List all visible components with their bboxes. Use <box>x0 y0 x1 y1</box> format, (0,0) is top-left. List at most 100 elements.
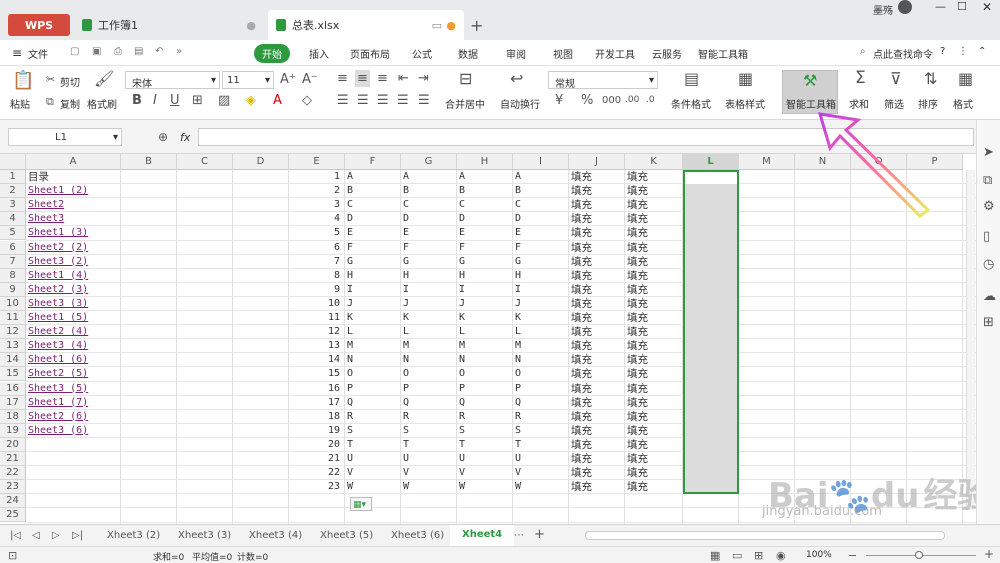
number-cell[interactable]: 5 <box>289 226 342 240</box>
fill-cell[interactable]: 填充 <box>625 184 683 198</box>
font-name-select[interactable]: 宋体 ▾ <box>125 71 220 90</box>
number-cell[interactable]: 11 <box>289 311 342 325</box>
letter-cell[interactable]: C <box>513 198 569 212</box>
letter-cell[interactable]: Q <box>513 396 569 410</box>
bold-icon[interactable]: B <box>132 94 142 107</box>
letter-cell[interactable]: R <box>345 410 401 424</box>
fill-cell[interactable]: 填充 <box>625 367 683 381</box>
column-header[interactable]: I <box>513 154 569 170</box>
table-style-button[interactable]: 表格样式 <box>725 96 765 111</box>
decrease-decimal-icon[interactable]: .0 <box>646 94 655 107</box>
maximize-icon[interactable]: ☐ <box>957 0 967 13</box>
letter-cell[interactable]: H <box>401 269 457 283</box>
sheet-tab[interactable]: Xheet3 (2) <box>107 530 160 541</box>
fill-cell[interactable]: 填充 <box>625 241 683 255</box>
letter-cell[interactable]: M <box>513 339 569 353</box>
search-icon[interactable]: ⌕ <box>860 46 866 57</box>
add-sheet-icon[interactable]: + <box>534 527 545 542</box>
column-header[interactable]: D <box>233 154 289 170</box>
column-header[interactable]: K <box>625 154 683 170</box>
more-icon[interactable]: » <box>176 46 182 57</box>
column-header[interactable]: A <box>26 154 121 170</box>
close-icon[interactable]: ✕ <box>982 0 992 14</box>
collapse-icon[interactable]: ⌃ <box>978 46 986 57</box>
menu-developer[interactable]: 开发工具 <box>595 46 635 61</box>
number-cell[interactable]: 2 <box>289 184 342 198</box>
letter-cell[interactable]: E <box>401 226 457 240</box>
letter-cell[interactable]: G <box>401 255 457 269</box>
fill-cell[interactable]: 填充 <box>569 466 625 480</box>
wrap-text-button[interactable]: 自动换行 <box>500 96 540 111</box>
row-header[interactable]: 15 <box>0 367 26 382</box>
letter-cell[interactable]: F <box>401 241 457 255</box>
fill-cell[interactable]: 填充 <box>569 396 625 410</box>
letter-cell[interactable]: A <box>513 170 569 184</box>
letter-cell[interactable]: I <box>401 283 457 297</box>
number-cell[interactable]: 20 <box>289 438 342 452</box>
letter-cell[interactable]: A <box>457 170 513 184</box>
letter-cell[interactable]: W <box>513 480 569 494</box>
number-cell[interactable]: 14 <box>289 353 342 367</box>
fill-cell[interactable]: 填充 <box>625 410 683 424</box>
sheet-link[interactable]: Sheet1 (4) <box>26 269 120 283</box>
row-header[interactable]: 11 <box>0 311 26 326</box>
letter-cell[interactable]: Q <box>401 396 457 410</box>
doc-icon[interactable]: ▯ <box>983 230 990 243</box>
sum-button[interactable]: 求和 <box>849 96 869 111</box>
italic-icon[interactable]: I <box>153 94 157 107</box>
letter-cell[interactable]: N <box>401 353 457 367</box>
zoom-out-icon[interactable]: − <box>848 549 857 562</box>
letter-cell[interactable]: U <box>401 452 457 466</box>
wps-logo-button[interactable]: WPS <box>8 14 70 36</box>
hamburger-icon[interactable]: ≡ <box>12 46 22 60</box>
letter-cell[interactable]: H <box>345 269 401 283</box>
row-header[interactable]: 10 <box>0 296 26 311</box>
menu-home[interactable]: 开始 <box>254 44 290 63</box>
sheet-link[interactable]: Sheet1 (2) <box>26 184 120 198</box>
letter-cell[interactable]: K <box>345 311 401 325</box>
tab-workbook1[interactable]: 工作簿1 ● <box>74 10 264 40</box>
number-cell[interactable]: 18 <box>289 410 342 424</box>
row-header[interactable]: 5 <box>0 226 26 241</box>
number-format-select[interactable]: 常规 ▾ <box>548 71 658 90</box>
page-view-icon[interactable]: ▭ <box>732 549 742 562</box>
paste-button[interactable]: 粘贴 <box>10 96 30 111</box>
fx-button[interactable]: fx <box>180 131 190 144</box>
letter-cell[interactable]: T <box>345 438 401 452</box>
letter-cell[interactable]: K <box>401 311 457 325</box>
fill-cell[interactable]: 填充 <box>569 198 625 212</box>
letter-cell[interactable]: N <box>457 353 513 367</box>
fill-cell[interactable]: 填充 <box>625 480 683 494</box>
number-cell[interactable]: 7 <box>289 255 342 269</box>
letter-cell[interactable]: E <box>513 226 569 240</box>
column-header[interactable]: G <box>401 154 457 170</box>
letter-cell[interactable]: W <box>401 480 457 494</box>
number-cell[interactable]: 23 <box>289 480 342 494</box>
align-right-icon[interactable]: ☰ <box>377 94 389 107</box>
apps-icon[interactable]: ⊞ <box>983 316 994 329</box>
smart-toolbox-button[interactable]: ⚒ 智能工具箱 <box>782 70 838 114</box>
row-header[interactable]: 18 <box>0 409 26 424</box>
row-header[interactable]: 21 <box>0 452 26 467</box>
fill-cell[interactable]: 填充 <box>625 339 683 353</box>
row-header[interactable]: 8 <box>0 268 26 283</box>
justify-icon[interactable]: ☰ <box>397 94 409 107</box>
horizontal-scrollbar[interactable] <box>585 531 945 540</box>
zoom-level[interactable]: 100% <box>806 550 832 560</box>
row-header[interactable]: 7 <box>0 254 26 269</box>
more-sheets-icon[interactable]: ⋯ <box>514 530 524 541</box>
increase-decimal-icon[interactable]: .00 <box>625 94 639 107</box>
letter-cell[interactable]: I <box>345 283 401 297</box>
row-header[interactable]: 1 <box>0 170 26 185</box>
fill-cell[interactable]: 填充 <box>625 297 683 311</box>
row-header[interactable]: 9 <box>0 282 26 297</box>
fill-cell[interactable]: 填充 <box>569 297 625 311</box>
border-icon[interactable]: ⊞ <box>192 94 203 107</box>
letter-cell[interactable]: B <box>345 184 401 198</box>
letter-cell[interactable]: A <box>401 170 457 184</box>
sheet-tab[interactable]: Xheet3 (3) <box>178 530 231 541</box>
undo-icon[interactable]: ↶ <box>155 46 163 57</box>
sheet-link[interactable]: Sheet1 (5) <box>26 311 120 325</box>
letter-cell[interactable]: R <box>401 410 457 424</box>
column-header[interactable]: E <box>289 154 345 170</box>
